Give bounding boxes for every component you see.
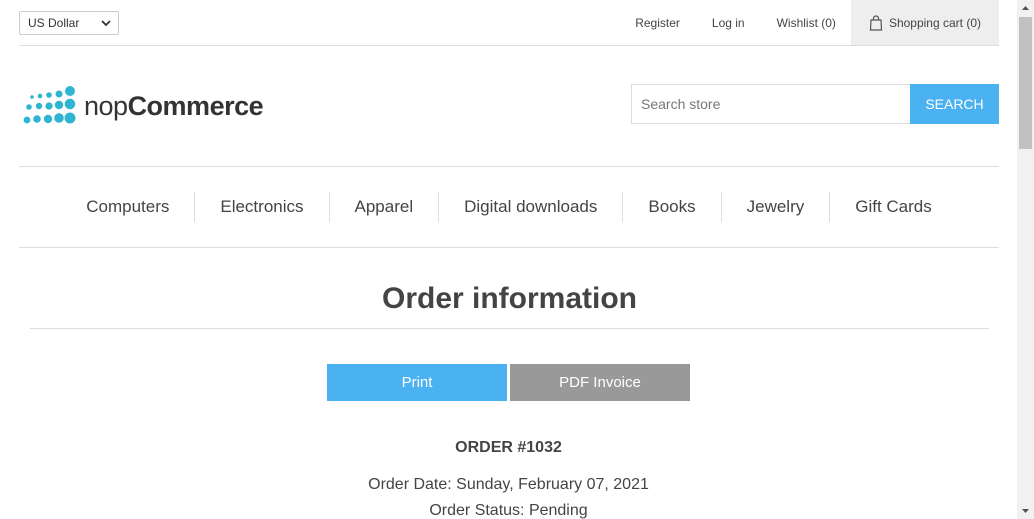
- menu-item-computers[interactable]: Computers: [61, 192, 194, 222]
- logo-dots-icon: [23, 86, 76, 124]
- order-status: Order Status: Pending: [429, 502, 588, 519]
- vertical-scrollbar[interactable]: [1017, 0, 1034, 519]
- store-logo[interactable]: nopCommerce: [22, 85, 264, 127]
- order-number: ORDER #1032: [455, 439, 562, 456]
- chevron-down-icon: [101, 20, 111, 27]
- scrollbar-thumb[interactable]: [1019, 17, 1032, 149]
- currency-value: US Dollar: [28, 16, 80, 30]
- register-link[interactable]: Register: [635, 16, 680, 30]
- menu-item-books[interactable]: Books: [622, 192, 720, 222]
- scroll-down-arrow-icon[interactable]: [1017, 502, 1034, 519]
- search-box: Search store SEARCH: [631, 84, 999, 124]
- wishlist-link[interactable]: Wishlist (0): [777, 16, 836, 30]
- menu-item-digital-downloads[interactable]: Digital downloads: [438, 192, 622, 222]
- cart-label: Shopping cart (0): [888, 15, 981, 30]
- shopping-cart-link[interactable]: Shopping cart (0): [850, 0, 999, 45]
- shopping-bag-icon: [869, 14, 883, 31]
- menu-item-jewelry[interactable]: Jewelry: [720, 192, 830, 222]
- top-menu: Computers Electronics Apparel Digital do…: [19, 166, 999, 248]
- menu-item-electronics[interactable]: Electronics: [194, 192, 328, 222]
- page-title: Order information: [30, 282, 989, 329]
- page: US Dollar Register Log in Wishlist (0) S…: [0, 0, 1017, 519]
- logo-text: nopCommerce: [84, 90, 264, 121]
- header-upper: US Dollar Register Log in Wishlist (0) S…: [19, 0, 999, 46]
- login-link[interactable]: Log in: [712, 16, 745, 30]
- pdf-invoice-button[interactable]: PDF Invoice: [510, 364, 690, 401]
- scroll-up-arrow-icon[interactable]: [1017, 0, 1034, 17]
- search-input[interactable]: Search store: [631, 84, 910, 124]
- header-links: Register Log in Wishlist (0) Shopping ca…: [603, 0, 999, 45]
- order-date: Order Date: Sunday, February 07, 2021: [368, 476, 649, 493]
- currency-selector[interactable]: US Dollar: [19, 11, 119, 35]
- search-button[interactable]: SEARCH: [910, 84, 999, 124]
- print-button[interactable]: Print: [327, 364, 507, 401]
- menu-item-gift-cards[interactable]: Gift Cards: [829, 192, 957, 222]
- menu-item-apparel[interactable]: Apparel: [328, 192, 439, 222]
